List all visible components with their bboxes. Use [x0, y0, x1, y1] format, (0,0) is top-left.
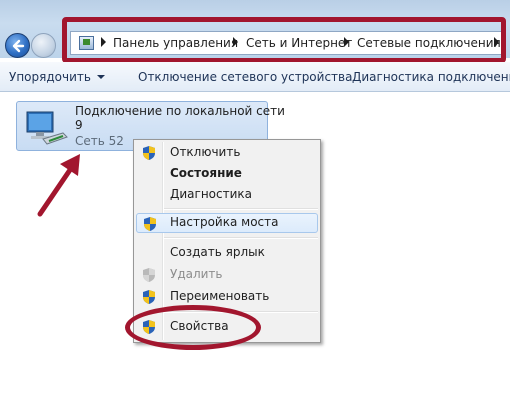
menu-item-label: Отключить [170, 145, 241, 159]
menu-item-delete[interactable]: Удалить [136, 265, 318, 285]
arrow-left-icon [12, 39, 24, 52]
menu-item-status[interactable]: Состояние [136, 164, 318, 184]
annotation-highlight-ellipse [125, 305, 261, 350]
disable-device-button[interactable]: Отключение сетевого устройства [138, 70, 352, 84]
uac-shield-icon [143, 268, 155, 282]
menu-item-label: Настройка моста [170, 215, 279, 229]
menu-item-bridge-settings[interactable]: Настройка моста [136, 213, 318, 233]
connection-name: Подключение по локальной сети [75, 104, 285, 118]
diagnose-connection-button[interactable]: Диагностика подключения [352, 70, 510, 84]
menu-item-diagnostics[interactable]: Диагностика [136, 185, 318, 205]
chevron-down-icon [96, 75, 105, 79]
command-toolbar: Упорядочить Отключение сетевого устройст… [0, 62, 510, 92]
menu-item-label: Создать ярлык [170, 245, 265, 259]
menu-separator [164, 237, 318, 239]
organize-button[interactable]: Упорядочить [9, 70, 105, 84]
organize-label: Упорядочить [9, 70, 91, 84]
annotation-arrow-icon [37, 154, 80, 217]
uac-shield-icon [143, 146, 155, 160]
back-button[interactable] [5, 33, 30, 58]
uac-shield-icon [144, 217, 156, 231]
menu-separator [164, 208, 318, 210]
network-adapter-icon [26, 111, 68, 145]
menu-item-label: Состояние [170, 166, 242, 180]
menu-item-label: Диагностика [170, 187, 253, 201]
connection-name-suffix: 9 [75, 118, 83, 132]
menu-item-disable[interactable]: Отключить [136, 143, 318, 163]
menu-item-label: Удалить [170, 267, 223, 281]
connection-network-status: Сеть 52 [75, 134, 124, 148]
forward-button[interactable] [31, 33, 56, 58]
menu-item-create-shortcut[interactable]: Создать ярлык [136, 243, 318, 263]
menu-item-label: Переименовать [170, 289, 270, 303]
menu-item-rename[interactable]: Переименовать [136, 287, 318, 307]
annotation-highlight-rectangle [62, 17, 506, 63]
uac-shield-icon [143, 290, 155, 304]
